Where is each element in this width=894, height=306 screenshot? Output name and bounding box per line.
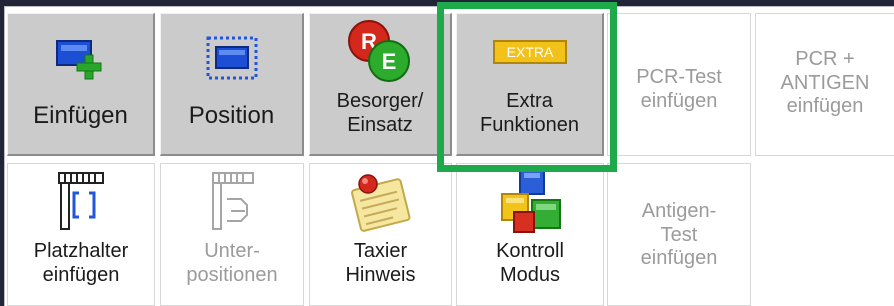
- besorger-einsatz-badges-icon: R E: [348, 20, 410, 82]
- platzhalter-button[interactable]: Platzhalter einfügen: [7, 163, 155, 306]
- position-rect-icon: [206, 36, 257, 80]
- toolbar-panel: Einfügen Position R E Besorger/ Einsatz: [4, 6, 894, 306]
- unterpositionen-button[interactable]: Unter- positionen: [160, 163, 304, 306]
- insert-button[interactable]: Einfügen: [7, 13, 155, 156]
- unterpositionen-label: Unter- positionen: [186, 240, 278, 286]
- svg-text:E: E: [382, 49, 397, 74]
- pcr-antigen-button[interactable]: PCR + ANTIGEN einfügen: [755, 13, 894, 156]
- pcr-antigen-label: PCR + ANTIGEN einfügen: [780, 48, 870, 118]
- kontroll-modus-label: Kontroll Modus: [496, 240, 564, 286]
- colored-cubes-icon: [501, 169, 561, 233]
- placeholder-brackets-icon: [58, 172, 104, 230]
- insert-label: Einfügen: [33, 102, 128, 129]
- position-button[interactable]: Position: [160, 13, 304, 156]
- besorger-einsatz-label: Besorger/ Einsatz: [336, 90, 424, 136]
- pcr-test-label: PCR-Test einfügen: [636, 66, 722, 112]
- position-label: Position: [188, 102, 275, 129]
- extra-tag-icon: EXTRA: [492, 40, 567, 64]
- svg-text:EXTRA: EXTRA: [506, 44, 553, 60]
- besorger-einsatz-button[interactable]: R E Besorger/ Einsatz: [309, 13, 452, 156]
- pcr-test-button[interactable]: PCR-Test einfügen: [607, 13, 751, 156]
- antigen-test-label: Antigen- Test einfügen: [640, 200, 718, 270]
- extra-funktionen-label: Extra Funktionen: [480, 90, 579, 136]
- antigen-test-button[interactable]: Antigen- Test einfügen: [607, 163, 751, 306]
- taxier-hinweis-button[interactable]: Taxier Hinweis: [309, 163, 452, 306]
- platzhalter-label: Platzhalter einfügen: [33, 240, 129, 286]
- subpositions-icon: [212, 172, 254, 230]
- taxier-hinweis-label: Taxier Hinweis: [345, 240, 416, 286]
- kontroll-modus-button[interactable]: Kontroll Modus: [456, 163, 604, 306]
- insert-rect-plus-icon: [55, 40, 101, 80]
- extra-funktionen-button[interactable]: EXTRA Extra Funktionen: [456, 13, 604, 156]
- pinned-note-icon: [350, 174, 410, 232]
